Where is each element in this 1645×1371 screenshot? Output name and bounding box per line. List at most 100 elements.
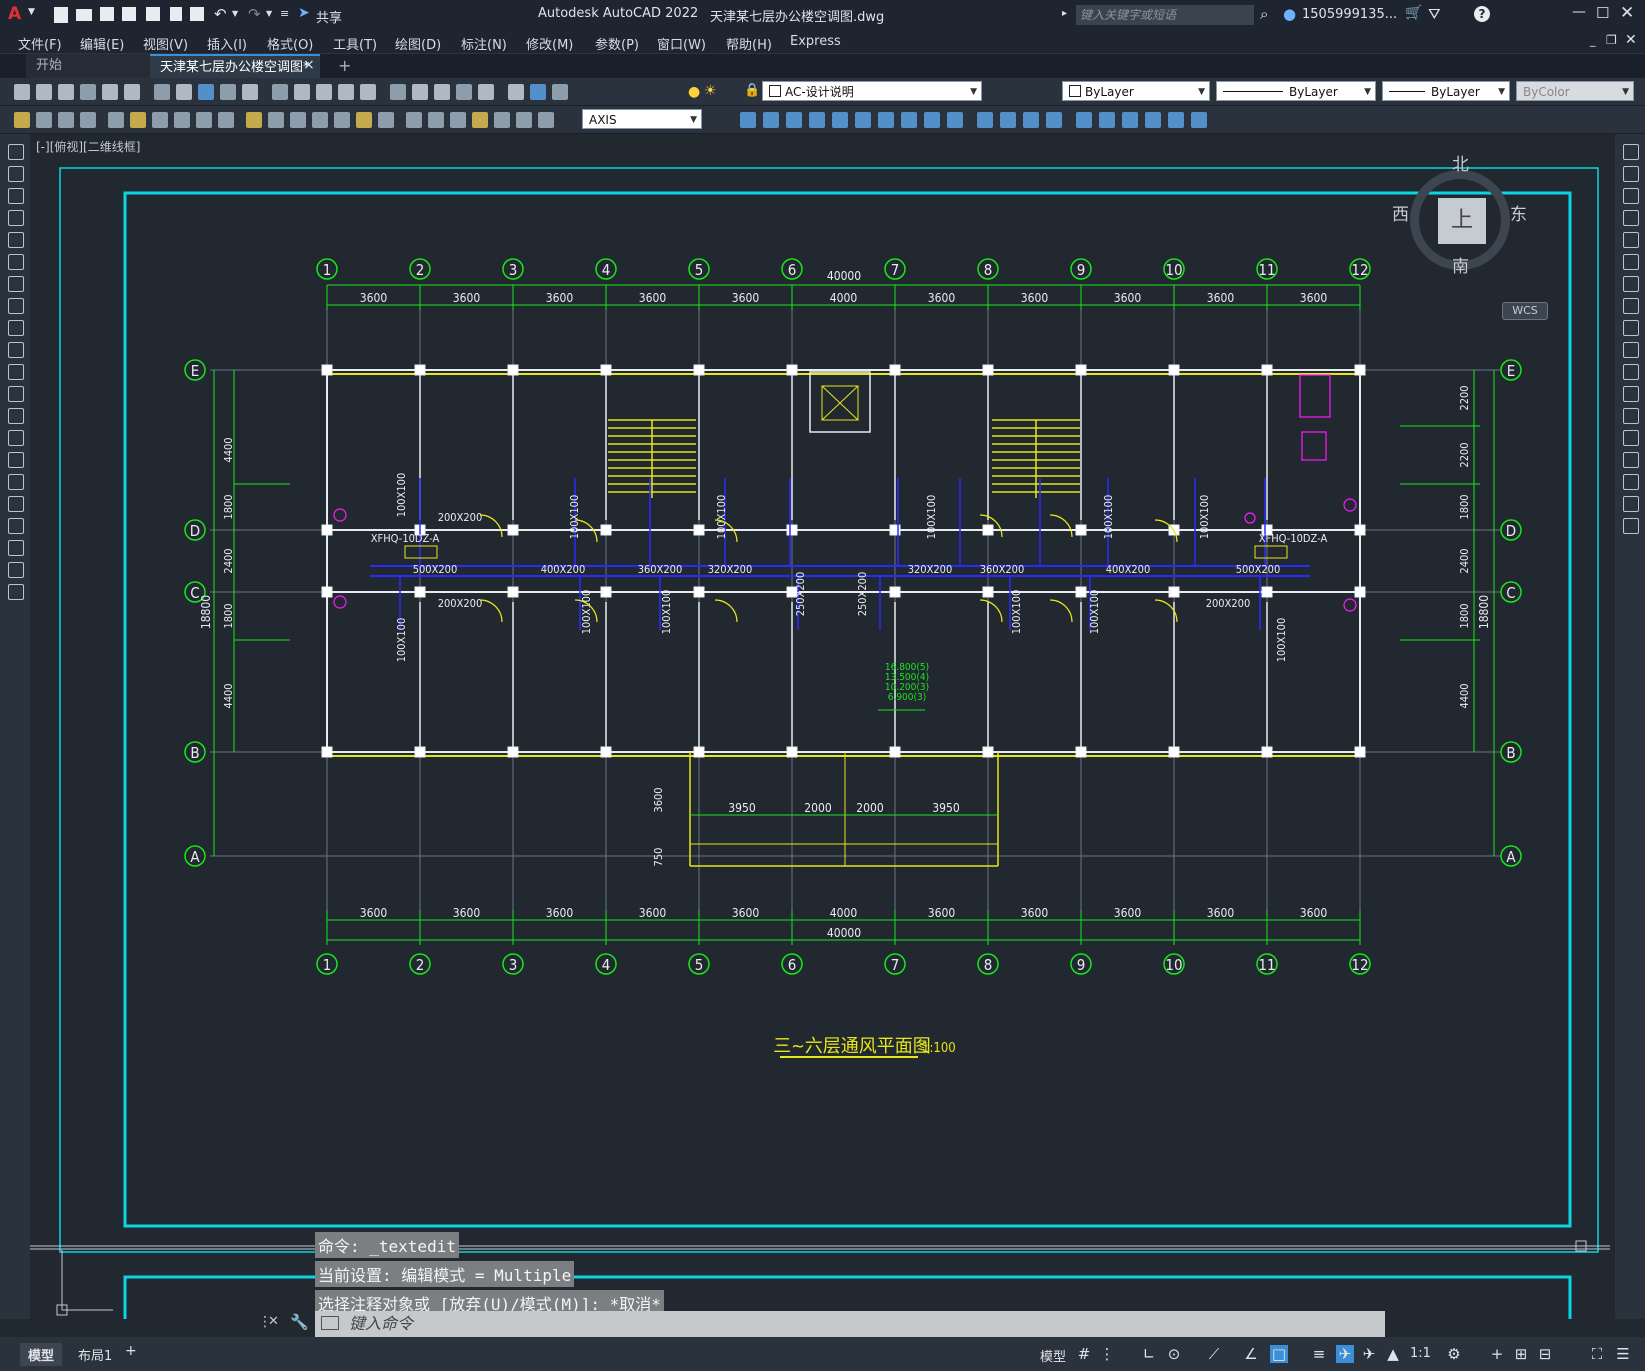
menu-dimension[interactable]: 标注(N) [461, 34, 507, 53]
standard-tool-icon[interactable] [36, 84, 52, 100]
draw-tool-icon[interactable] [428, 112, 444, 128]
viewcube[interactable]: 上 北 南 西 东 [1392, 150, 1528, 280]
model-space-button[interactable]: 模型 [1040, 1346, 1066, 1365]
standard-tool-icon[interactable] [360, 84, 376, 100]
grid-icon[interactable]: # [1075, 1345, 1093, 1363]
standard-tool-icon[interactable] [456, 84, 472, 100]
save-as-icon[interactable] [122, 7, 136, 21]
draw-tool-icon[interactable] [58, 112, 74, 128]
customize-qat-icon[interactable]: ≡ [280, 7, 289, 20]
draw-command-icon[interactable] [8, 254, 24, 270]
modify-command-icon[interactable] [1623, 452, 1639, 468]
maximize-icon[interactable]: ☐ [1596, 4, 1609, 22]
draw-command-icon[interactable] [8, 342, 24, 358]
draw-tool-icon[interactable] [356, 112, 372, 128]
compass-north[interactable]: 北 [1452, 150, 1469, 175]
workspace-gear-icon[interactable]: ⚙ [1445, 1345, 1463, 1363]
draw-tool-icon[interactable] [516, 112, 532, 128]
draw-tool-icon[interactable] [450, 112, 466, 128]
standard-tool-icon[interactable] [552, 84, 568, 100]
modify-command-icon[interactable] [1623, 342, 1639, 358]
draw-tool-icon[interactable] [406, 112, 422, 128]
standard-tool-icon[interactable] [124, 84, 140, 100]
search-expand-icon[interactable]: ▸ [1062, 8, 1067, 19]
draw-command-icon[interactable] [8, 298, 24, 314]
modify-tool-icon[interactable] [1046, 112, 1062, 128]
modify-tool-icon[interactable] [1000, 112, 1016, 128]
annotation-scale-icon[interactable]: ▲ [1384, 1345, 1402, 1363]
menu-tools[interactable]: 工具(T) [333, 34, 377, 53]
standard-tool-icon[interactable] [294, 84, 310, 100]
layer-lock-icon[interactable]: 🔒 [744, 83, 760, 98]
draw-command-icon[interactable] [8, 232, 24, 248]
minimize-icon[interactable]: — [1572, 4, 1586, 20]
tab-layout1[interactable]: 布局1 [70, 1343, 120, 1366]
modify-command-icon[interactable] [1623, 364, 1639, 380]
user-icon[interactable]: ● [1283, 5, 1296, 23]
draw-command-icon[interactable] [8, 210, 24, 226]
annotation-visibility-icon[interactable]: ✈ [1336, 1345, 1354, 1363]
draw-command-icon[interactable] [8, 496, 24, 512]
modify-command-icon[interactable] [1623, 166, 1639, 182]
doc-restore-icon[interactable]: ❐ [1606, 33, 1617, 47]
modify-command-icon[interactable] [1623, 320, 1639, 336]
draw-command-icon[interactable] [8, 408, 24, 424]
modify-command-icon[interactable] [1623, 276, 1639, 292]
search-icon[interactable]: ⌕ [1260, 5, 1268, 23]
auto-scale-icon[interactable]: ✈ [1360, 1345, 1378, 1363]
redo-icon[interactable]: ↷ [248, 5, 261, 23]
user-name[interactable]: 1505999135... [1302, 7, 1397, 22]
close-icon[interactable]: ✕ [1620, 3, 1634, 23]
isodraft-icon[interactable]: ⟋ [1205, 1345, 1223, 1363]
standard-tool-icon[interactable] [220, 84, 236, 100]
modify-tool-icon[interactable] [740, 112, 756, 128]
publish-icon[interactable] [170, 7, 182, 21]
draw-tool-icon[interactable] [268, 112, 284, 128]
annotation-monitor-icon[interactable]: + [1488, 1345, 1506, 1363]
layer-select[interactable]: AC-设计说明 ▼ [762, 81, 982, 101]
command-input[interactable]: 键入命令 [315, 1311, 1385, 1337]
lineweight-icon[interactable]: ≡ [1310, 1345, 1328, 1363]
doc-minimize-icon[interactable]: _ [1590, 34, 1596, 47]
snap-icon[interactable]: ⋮ [1098, 1345, 1116, 1363]
standard-tool-icon[interactable] [198, 84, 214, 100]
undo-dropdown-icon[interactable]: ▼ [232, 9, 238, 18]
units-icon[interactable]: ⊞ [1512, 1345, 1530, 1363]
modify-command-icon[interactable] [1623, 298, 1639, 314]
draw-tool-icon[interactable] [130, 112, 146, 128]
osnap-icon[interactable]: □ [1270, 1345, 1288, 1363]
quick-properties-icon[interactable]: ⊟ [1536, 1345, 1554, 1363]
draw-command-icon[interactable] [8, 518, 24, 534]
search-input[interactable]: 键入关键字或短语 [1076, 5, 1254, 25]
standard-tool-icon[interactable] [154, 84, 170, 100]
share-icon[interactable]: ➤ [298, 5, 310, 21]
draw-command-icon[interactable] [8, 386, 24, 402]
standard-tool-icon[interactable] [478, 84, 494, 100]
draw-tool-icon[interactable] [334, 112, 350, 128]
draw-tool-icon[interactable] [196, 112, 212, 128]
plot-icon[interactable] [190, 7, 204, 21]
draw-tool-icon[interactable] [108, 112, 124, 128]
standard-tool-icon[interactable] [530, 84, 546, 100]
cart-icon[interactable]: 🛒 [1405, 5, 1422, 21]
draw-tool-icon[interactable] [472, 112, 488, 128]
lineweight-select[interactable]: ByLayer ▼ [1382, 81, 1510, 101]
modify-command-icon[interactable] [1623, 408, 1639, 424]
standard-tool-icon[interactable] [412, 84, 428, 100]
modify-command-icon[interactable] [1623, 496, 1639, 512]
modify-tool-icon[interactable] [809, 112, 825, 128]
menu-edit[interactable]: 编辑(E) [80, 34, 124, 53]
modify-tool-icon[interactable] [901, 112, 917, 128]
customization-menu-icon[interactable]: ☰ [1614, 1345, 1632, 1363]
wcs-button[interactable]: WCS [1502, 302, 1548, 320]
linetype-select[interactable]: ByLayer ▼ [1216, 81, 1376, 101]
dimstyle-select[interactable]: AXIS ▼ [582, 109, 702, 129]
modify-command-icon[interactable] [1623, 232, 1639, 248]
modify-tool-icon[interactable] [1076, 112, 1092, 128]
app-logo-icon[interactable]: A [8, 4, 21, 24]
draw-tool-icon[interactable] [174, 112, 190, 128]
tab-model[interactable]: 模型 [20, 1343, 63, 1366]
draw-tool-icon[interactable] [290, 112, 306, 128]
draw-tool-icon[interactable] [312, 112, 328, 128]
fullscreen-icon[interactable]: ⛶ [1588, 1345, 1606, 1363]
